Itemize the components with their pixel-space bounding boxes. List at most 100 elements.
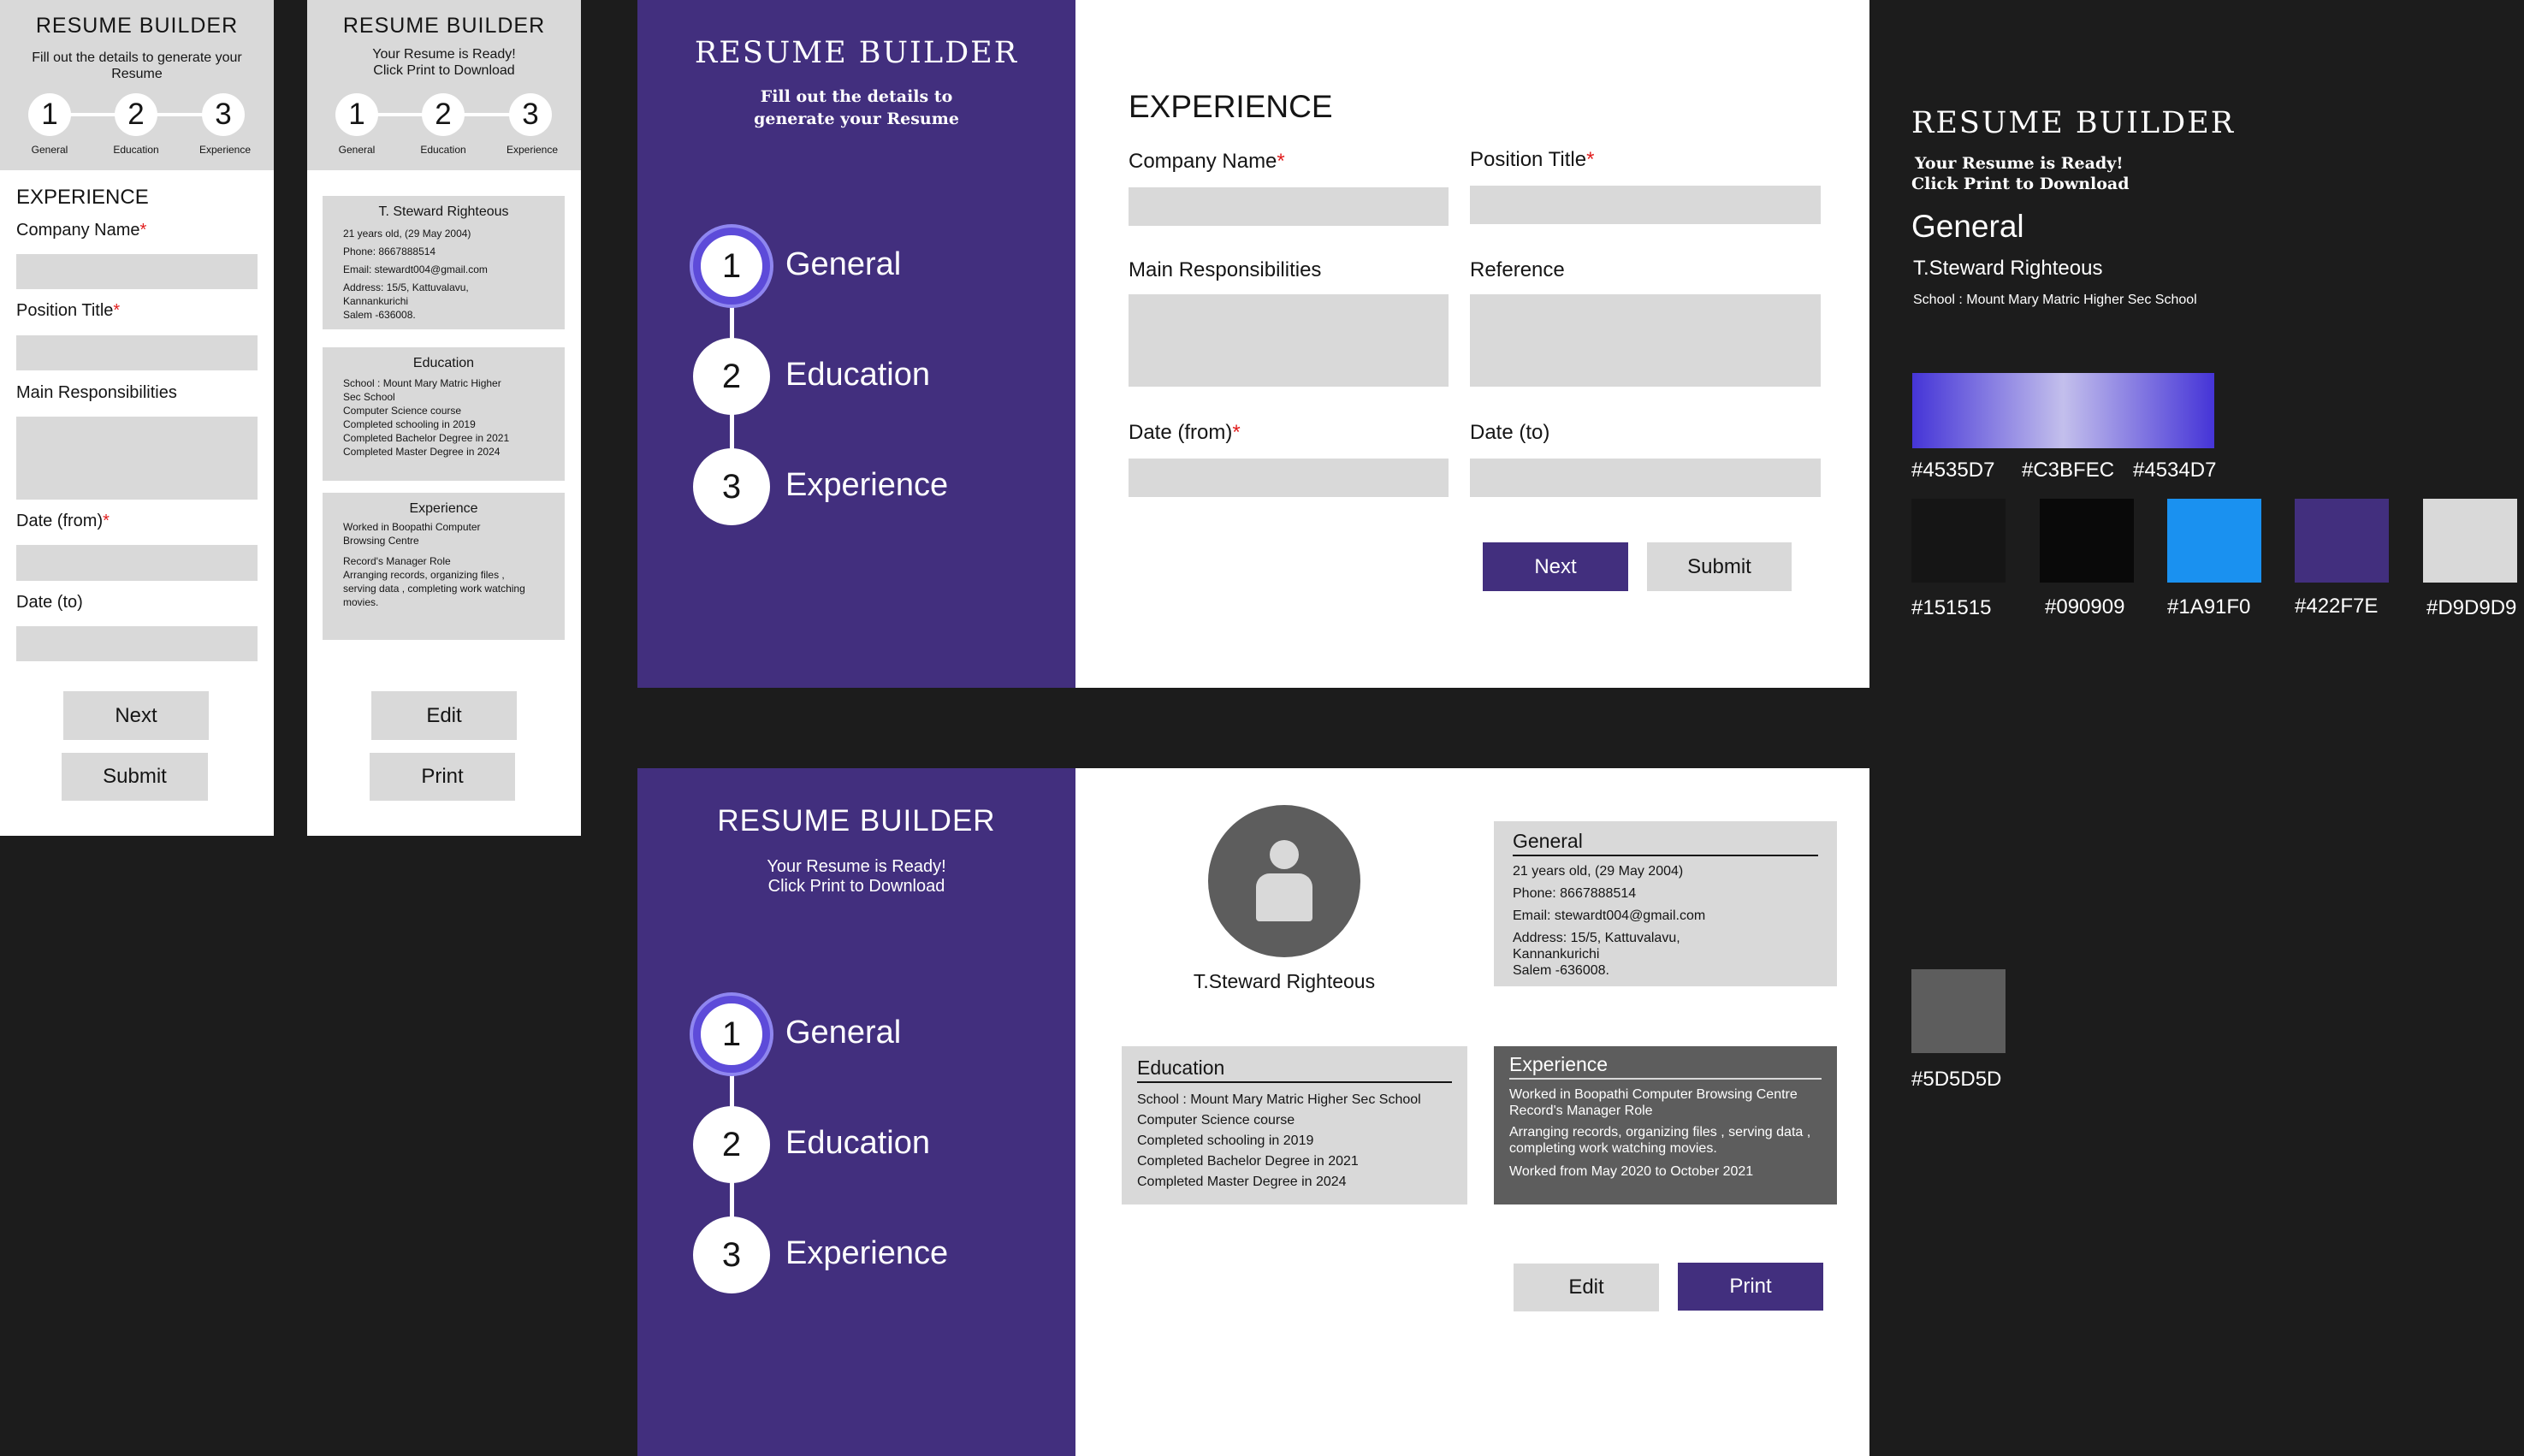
mobile-resume-preview-frame: RESUME BUILDER Your Resume is Ready! Cli… xyxy=(307,0,581,836)
date-to-input[interactable] xyxy=(1470,459,1821,497)
company-name-input[interactable] xyxy=(16,254,258,289)
gradient-label: #4535D7 xyxy=(1911,459,1995,482)
experience-line: serving data , completing work watching xyxy=(343,583,525,595)
general-line: Phone: 8667888514 xyxy=(1513,886,1637,901)
experience-line: Arranging records, organizing files , se… xyxy=(1509,1125,1811,1139)
ready-line-1: Your Resume is Ready! xyxy=(767,857,946,876)
step-1-label[interactable]: General xyxy=(785,1015,901,1051)
education-card: Education School : Mount Mary Matric Hig… xyxy=(323,347,565,481)
date-from-label: Date (from)* xyxy=(16,512,110,530)
desktop-form-panel: EXPERIENCE Company Name* Position Title*… xyxy=(1075,0,1869,688)
resume-name: T. Steward Righteous xyxy=(378,204,509,219)
edit-button[interactable]: Edit xyxy=(371,691,517,740)
step-1-circle[interactable]: 1 xyxy=(335,93,378,136)
position-title-input[interactable] xyxy=(1470,186,1821,224)
style-guide-ready-1: Your Resume is Ready! xyxy=(1915,154,2124,173)
general-line: Salem -636008. xyxy=(343,309,416,321)
general-line: Kannankurichi xyxy=(1513,947,1600,962)
step-3-label: Experience xyxy=(506,144,559,156)
step-3-label[interactable]: Experience xyxy=(785,467,948,504)
gradient-label: #4534D7 xyxy=(2133,459,2217,482)
step-1-circle[interactable]: 1 xyxy=(693,228,770,305)
step-2-circle[interactable]: 2 xyxy=(693,338,770,415)
print-button[interactable]: Print xyxy=(1678,1263,1823,1311)
step-3-circle[interactable]: 3 xyxy=(202,93,245,136)
company-name-input[interactable] xyxy=(1129,187,1449,226)
step-3-circle[interactable]: 3 xyxy=(509,93,552,136)
experience-line: Browsing Centre xyxy=(343,535,419,547)
style-guide-ready-2: Click Print to Download xyxy=(1911,175,2130,193)
swatch-label: #D9D9D9 xyxy=(2426,596,2517,619)
general-line: Address: 15/5, Kattuvalavu, xyxy=(1513,931,1680,945)
step-3-circle[interactable]: 3 xyxy=(693,448,770,525)
experience-line: Record's Manager Role xyxy=(343,555,451,567)
step-3-label[interactable]: Experience xyxy=(785,1235,948,1272)
ready-line-2: Click Print to Download xyxy=(767,877,945,896)
date-from-input[interactable] xyxy=(16,545,258,581)
ready-line-1: Your Resume is Ready! xyxy=(372,47,516,62)
education-line: Completed Bachelor Degree in 2021 xyxy=(1137,1154,1359,1169)
swatch-label: #090909 xyxy=(2045,595,2125,619)
app-subtitle: Fill out the details to generate your Re… xyxy=(754,87,959,128)
swatch-label: #5D5D5D xyxy=(1911,1068,2002,1091)
avatar xyxy=(1208,805,1360,957)
responsibilities-input[interactable] xyxy=(1129,294,1449,387)
step-1-label: General xyxy=(338,144,376,156)
education-title: Education xyxy=(412,356,475,370)
education-card: Education School : Mount Mary Matric Hig… xyxy=(1122,1046,1467,1204)
color-swatch xyxy=(2295,499,2389,583)
general-line: Phone: 8667888514 xyxy=(343,246,436,257)
desktop-sidebar: RESUME BUILDER Fill out the details to g… xyxy=(637,0,1075,688)
section-heading: EXPERIENCE xyxy=(16,186,149,209)
next-button[interactable]: Next xyxy=(63,691,209,740)
date-to-label: Date (to) xyxy=(1470,421,1550,444)
step-2-circle[interactable]: 2 xyxy=(693,1106,770,1183)
date-to-input[interactable] xyxy=(16,626,258,661)
experience-card: Experience Worked in Boopathi Computer B… xyxy=(1494,1046,1837,1204)
swatch-label: #1A91F0 xyxy=(2167,595,2251,619)
submit-button[interactable]: Submit xyxy=(1647,542,1792,591)
step-2-label[interactable]: Education xyxy=(785,1125,930,1162)
responsibilities-input[interactable] xyxy=(16,417,258,500)
education-line: Computer Science course xyxy=(1137,1113,1295,1128)
desktop-resume-panel: T.Steward Righteous General 21 years old… xyxy=(1075,768,1869,1456)
general-line: Kannankurichi xyxy=(343,295,409,307)
date-from-input[interactable] xyxy=(1129,459,1449,497)
app-title: RESUME BUILDER xyxy=(694,36,1019,70)
step-2-circle[interactable]: 2 xyxy=(115,93,157,136)
experience-title: Experience xyxy=(409,501,478,516)
next-button[interactable]: Next xyxy=(1483,542,1628,591)
color-swatch xyxy=(2040,499,2134,583)
education-line: Completed Master Degree in 2024 xyxy=(1137,1175,1347,1189)
position-title-input[interactable] xyxy=(16,335,258,370)
step-3-circle[interactable]: 3 xyxy=(693,1216,770,1293)
company-name-label: Company Name* xyxy=(16,221,147,240)
general-card: General 21 years old, (29 May 2004) Phon… xyxy=(1494,821,1837,986)
experience-title: Experience xyxy=(1509,1053,1822,1080)
education-line: Sec School xyxy=(343,391,395,403)
step-1-label: General xyxy=(31,144,68,156)
step-2-label[interactable]: Education xyxy=(785,357,930,394)
edit-button[interactable]: Edit xyxy=(1514,1264,1659,1311)
print-button[interactable]: Print xyxy=(370,753,515,801)
experience-line: Worked from May 2020 to October 2021 xyxy=(1509,1164,1754,1179)
responsibilities-label: Main Responsibilities xyxy=(16,383,177,402)
education-line: School : Mount Mary Matric Higher xyxy=(343,377,501,389)
step-1-circle[interactable]: 1 xyxy=(28,93,71,136)
general-line: Email: stewardt004@gmail.com xyxy=(1513,909,1706,923)
position-title-label: Position Title* xyxy=(16,301,121,320)
submit-button[interactable]: Submit xyxy=(62,753,208,801)
ready-line-2: Click Print to Download xyxy=(373,63,515,78)
experience-line: Arranging records, organizing files , xyxy=(343,569,505,581)
step-1-circle[interactable]: 1 xyxy=(693,996,770,1073)
step-1-label[interactable]: General xyxy=(785,246,901,283)
general-line: Email: stewardt004@gmail.com xyxy=(343,263,488,275)
style-guide-name-sample: T.Steward Righteous xyxy=(1913,257,2103,280)
app-title: RESUME BUILDER xyxy=(342,14,546,38)
mobile-header: RESUME BUILDER Fill out the details to g… xyxy=(0,0,274,170)
step-2-circle[interactable]: 2 xyxy=(422,93,465,136)
step-2-label: Education xyxy=(113,144,159,156)
mobile-experience-form-frame: RESUME BUILDER Fill out the details to g… xyxy=(0,0,274,836)
general-card: T. Steward Righteous 21 years old, (29 M… xyxy=(323,196,565,329)
reference-input[interactable] xyxy=(1470,294,1821,387)
